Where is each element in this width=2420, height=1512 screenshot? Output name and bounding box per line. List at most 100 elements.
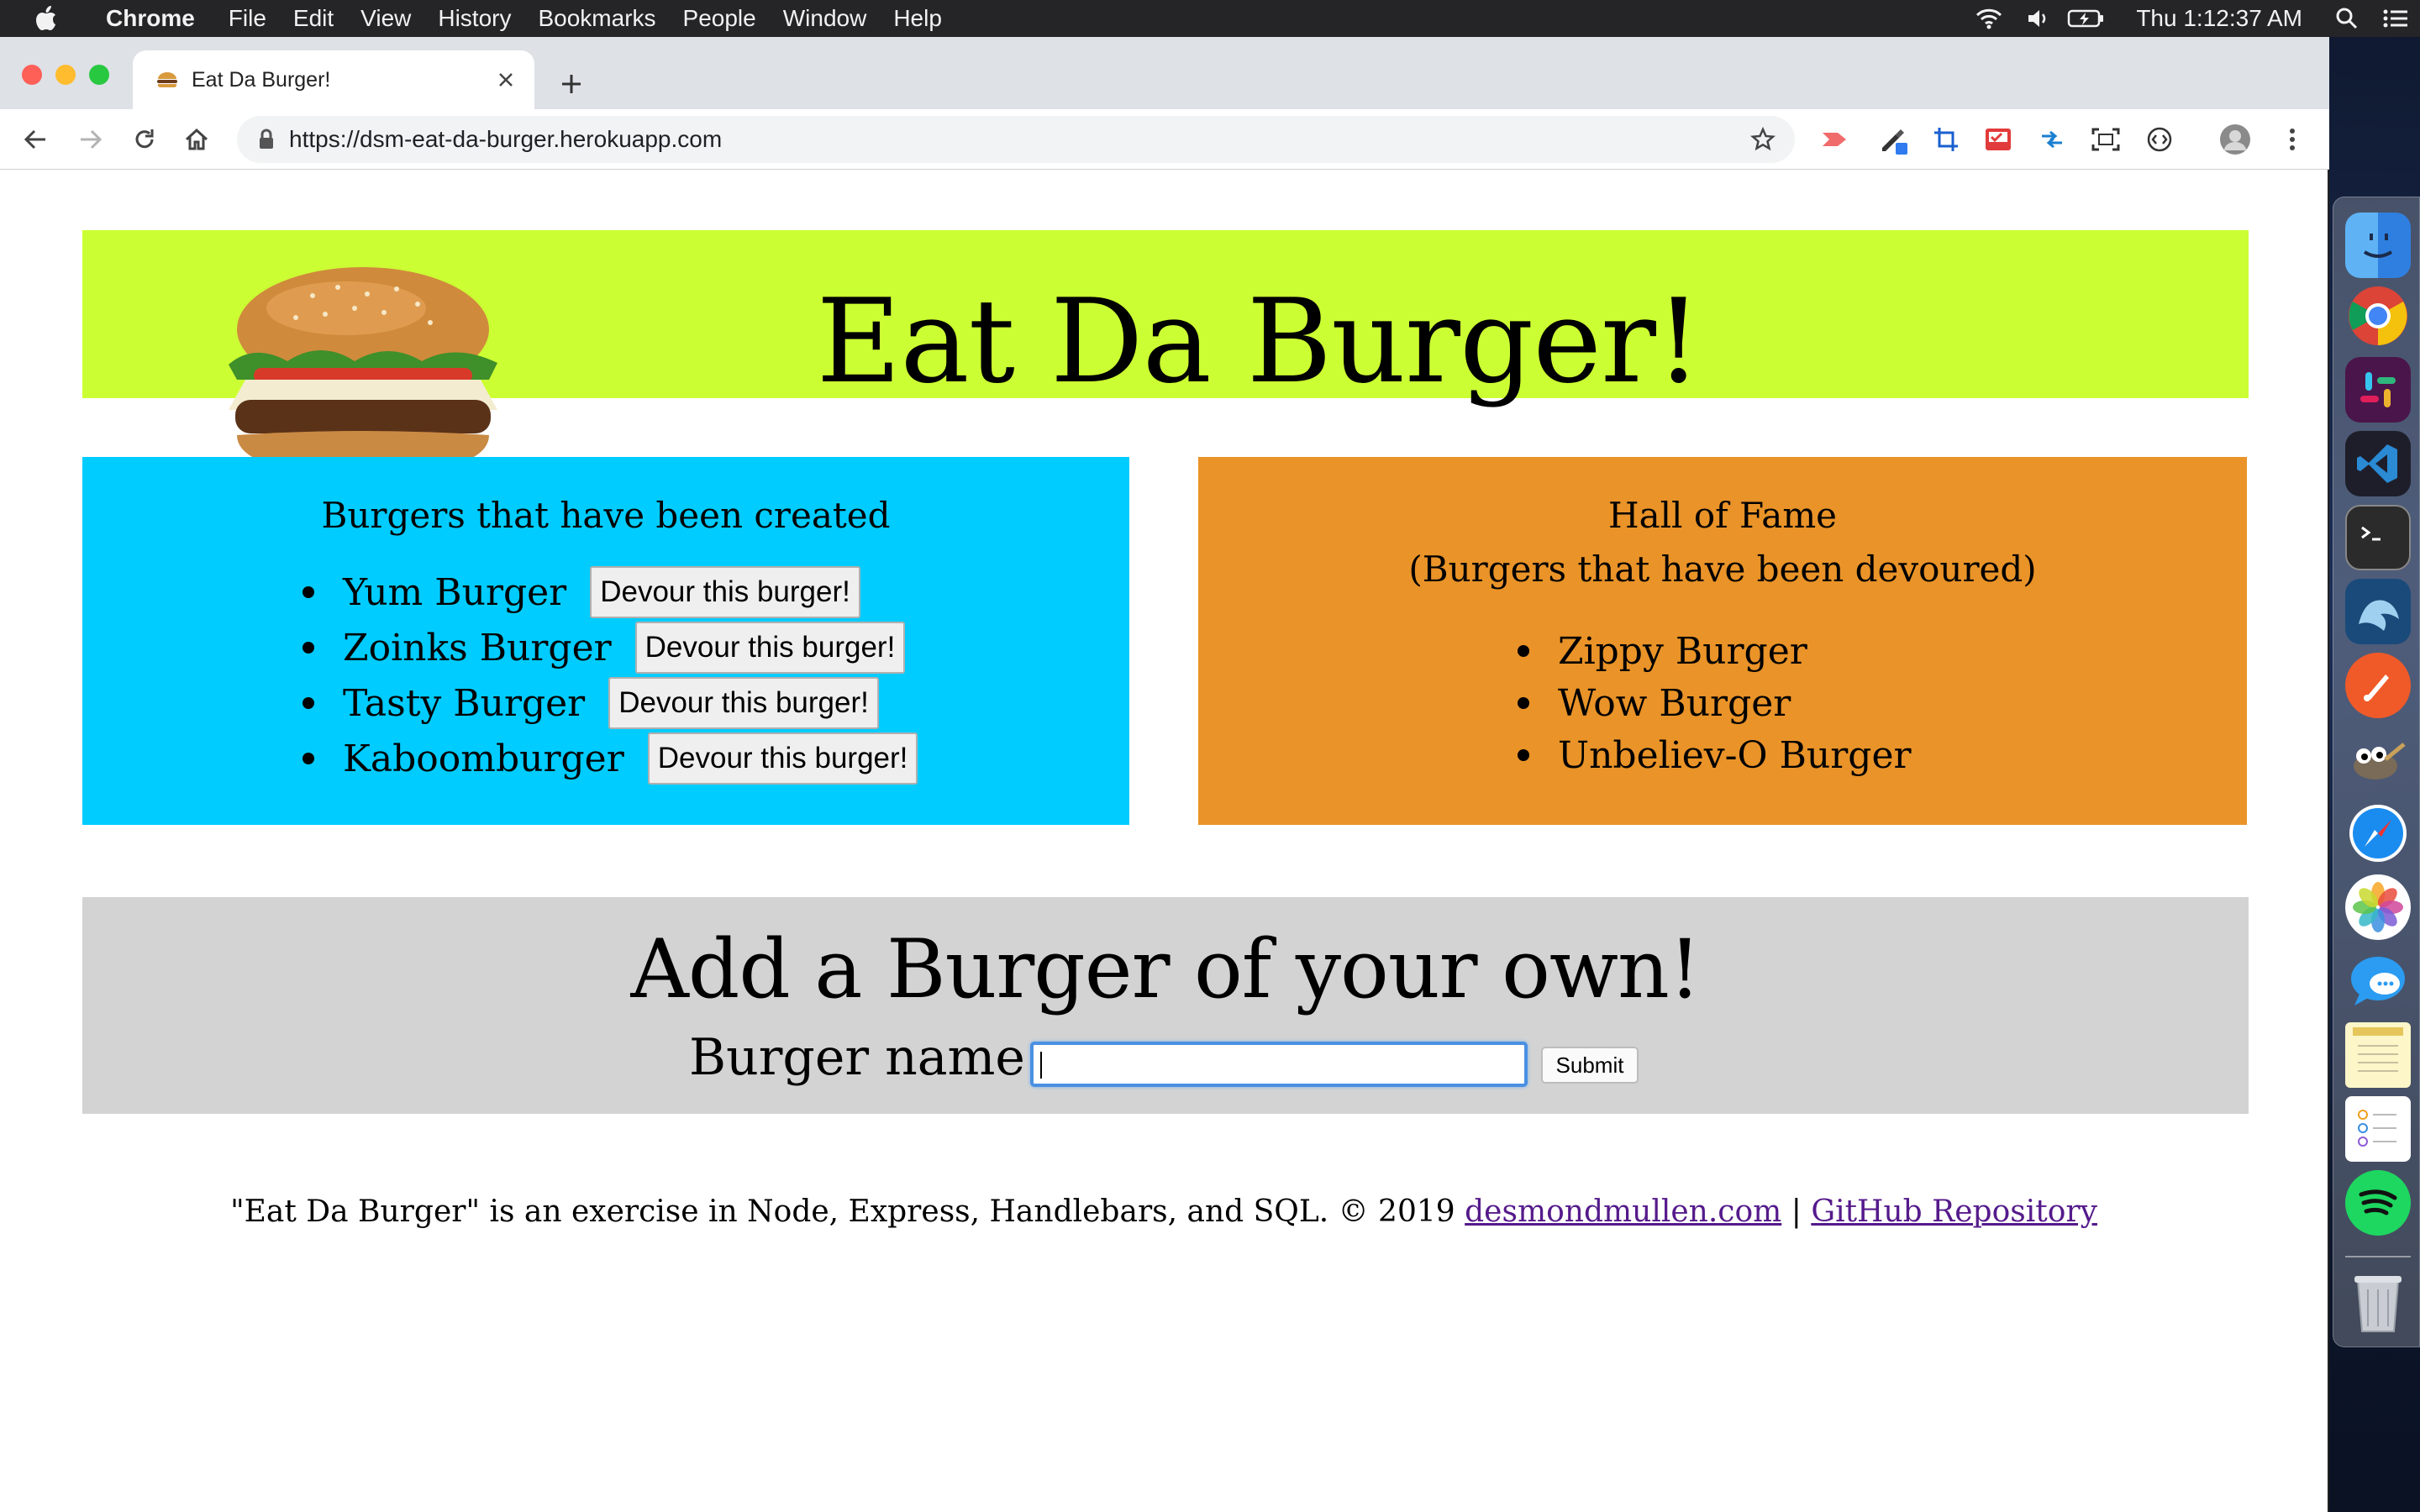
page-title: Eat Da Burger! xyxy=(816,274,1702,409)
devour-button[interactable]: Devour this burger! xyxy=(647,732,918,785)
burger-name: Zoinks Burger xyxy=(343,626,612,669)
url-text[interactable]: https://dsm-eat-da-burger.herokuapp.com xyxy=(289,126,1744,153)
more-menu-icon[interactable] xyxy=(2274,121,2311,158)
tab-strip: Eat Da Burger! xyxy=(0,37,2329,109)
burger-name-label: Burger name: xyxy=(689,1028,1043,1087)
devour-button[interactable]: Devour this burger! xyxy=(634,622,906,674)
vscode-icon[interactable] xyxy=(2345,431,2411,496)
reminders-icon[interactable] xyxy=(2345,1096,2411,1162)
tab-eat-da-burger[interactable]: Eat Da Burger! xyxy=(133,50,534,109)
bullet-icon xyxy=(1518,645,1529,657)
bullet-icon xyxy=(302,586,314,598)
bullet-icon xyxy=(1518,749,1529,761)
menu-window[interactable]: Window xyxy=(770,0,881,37)
apple-menu-icon[interactable] xyxy=(0,0,92,37)
add-burger-title: Add a Burger of your own! xyxy=(630,922,1702,1016)
lock-icon[interactable] xyxy=(255,127,277,152)
volume-icon[interactable] xyxy=(2013,0,2062,37)
page-footer: "Eat Da Burger" is an exercise in Node, … xyxy=(0,1194,2328,1229)
mysql-workbench-icon[interactable] xyxy=(2345,579,2411,644)
dock xyxy=(2333,197,2420,1347)
dock-separator xyxy=(2345,1256,2411,1257)
devour-button[interactable]: Devour this burger! xyxy=(608,677,879,729)
trash-icon[interactable] xyxy=(2345,1271,2411,1336)
devoured-burger-list: Zippy Burger Wow Burger Unbeliev-O Burge… xyxy=(1518,625,1912,781)
code-extension-icon[interactable] xyxy=(2141,121,2178,158)
footer-separator: | xyxy=(1791,1194,1802,1229)
close-window-icon[interactable] xyxy=(22,65,42,85)
messages-icon[interactable] xyxy=(2345,948,2411,1014)
back-arrow-icon[interactable] xyxy=(12,116,59,163)
spotify-icon[interactable] xyxy=(2345,1170,2411,1236)
safari-icon[interactable] xyxy=(2345,801,2411,866)
menu-clock[interactable]: Thu 1:12:37 AM xyxy=(2111,5,2323,32)
wifi-icon[interactable] xyxy=(1965,0,2013,37)
menu-history[interactable]: History xyxy=(424,0,524,37)
color-picker-extension-icon[interactable] xyxy=(1876,121,1912,158)
arrows-extension-icon[interactable] xyxy=(2033,121,2070,158)
burger-name: Zippy Burger xyxy=(1558,629,1807,673)
created-burger-list: Yum Burger Devour this burger! Zoinks Bu… xyxy=(302,564,918,786)
add-burger-form: Add a Burger of your own! Burger name: S… xyxy=(82,897,2249,1114)
header-jumbotron: Eat Da Burger! xyxy=(82,230,2249,477)
home-icon[interactable] xyxy=(173,116,220,163)
screenshot-extension-icon[interactable] xyxy=(2087,121,2124,158)
spotlight-search-icon[interactable] xyxy=(2323,0,2371,37)
selenium-extension-icon[interactable] xyxy=(1980,121,2017,158)
burger-name: Tasty Burger xyxy=(343,681,586,725)
reload-icon[interactable] xyxy=(121,116,168,163)
photos-icon[interactable] xyxy=(2345,874,2411,940)
address-bar[interactable]: https://dsm-eat-da-burger.herokuapp.com xyxy=(237,116,1795,163)
bookmark-star-icon[interactable] xyxy=(1744,121,1781,158)
minimize-window-icon[interactable] xyxy=(55,65,76,85)
menu-people[interactable]: People xyxy=(670,0,770,37)
new-tab-icon[interactable] xyxy=(548,60,595,108)
gimp-icon[interactable] xyxy=(2345,727,2411,792)
menu-help[interactable]: Help xyxy=(880,0,955,37)
created-burgers-panel: Burgers that have been created Yum Burge… xyxy=(82,457,1129,825)
devour-button[interactable]: Devour this burger! xyxy=(590,566,860,618)
list-item: Unbeliev-O Burger xyxy=(1518,729,1912,781)
forward-arrow-icon[interactable] xyxy=(67,116,114,163)
browser-window: Eat Da Burger! https://dsm-eat-da-burger… xyxy=(0,37,2329,1512)
menu-bookmarks[interactable]: Bookmarks xyxy=(524,0,669,37)
menu-bar: Chrome File Edit View History Bookmarks … xyxy=(0,0,2420,37)
footer-text: "Eat Da Burger" is an exercise in Node, … xyxy=(230,1194,1455,1229)
list-item: Kaboomburger Devour this burger! xyxy=(302,731,918,786)
submit-button[interactable]: Submit xyxy=(1541,1047,1639,1084)
burger-name: Wow Burger xyxy=(1558,681,1791,725)
burger-name: Yum Burger xyxy=(343,570,567,614)
list-item: Yum Burger Devour this burger! xyxy=(302,564,918,620)
bullet-icon xyxy=(302,697,314,709)
profile-avatar-icon[interactable] xyxy=(2217,121,2254,158)
red-arrow-extension-icon[interactable] xyxy=(1817,121,1854,158)
bullet-icon xyxy=(302,753,314,764)
burger-favicon-icon xyxy=(155,67,180,92)
desmondmullen-link[interactable]: desmondmullen.com xyxy=(1465,1194,1781,1229)
notes-icon[interactable] xyxy=(2345,1022,2411,1088)
list-item: Zoinks Burger Devour this burger! xyxy=(302,620,918,675)
github-repository-link[interactable]: GitHub Repository xyxy=(1811,1194,2097,1229)
terminal-icon[interactable] xyxy=(2345,505,2411,570)
devoured-burgers-panel: Hall of Fame (Burgers that have been dev… xyxy=(1198,457,2247,825)
menu-view[interactable]: View xyxy=(347,0,424,37)
paw-icon[interactable] xyxy=(2345,653,2411,718)
tab-title: Eat Da Burger! xyxy=(192,67,331,92)
zoom-window-icon[interactable] xyxy=(89,65,109,85)
crop-extension-icon[interactable] xyxy=(1928,121,1965,158)
burger-name-input[interactable] xyxy=(1030,1042,1528,1087)
menu-app-name[interactable]: Chrome xyxy=(92,0,215,37)
battery-charging-icon[interactable] xyxy=(2062,0,2111,37)
list-item: Wow Burger xyxy=(1518,677,1912,729)
menu-file[interactable]: File xyxy=(215,0,280,37)
menu-edit[interactable]: Edit xyxy=(280,0,347,37)
tab-close-icon[interactable] xyxy=(489,63,523,97)
list-item: Zippy Burger xyxy=(1518,625,1912,677)
list-item: Tasty Burger Devour this burger! xyxy=(302,675,918,731)
slack-icon[interactable] xyxy=(2345,357,2411,423)
finder-icon[interactable] xyxy=(2345,213,2411,278)
chrome-icon[interactable] xyxy=(2345,283,2411,349)
burger-image xyxy=(229,267,497,477)
notification-center-icon[interactable] xyxy=(2371,0,2420,37)
browser-toolbar: https://dsm-eat-da-burger.herokuapp.com xyxy=(0,109,2329,170)
